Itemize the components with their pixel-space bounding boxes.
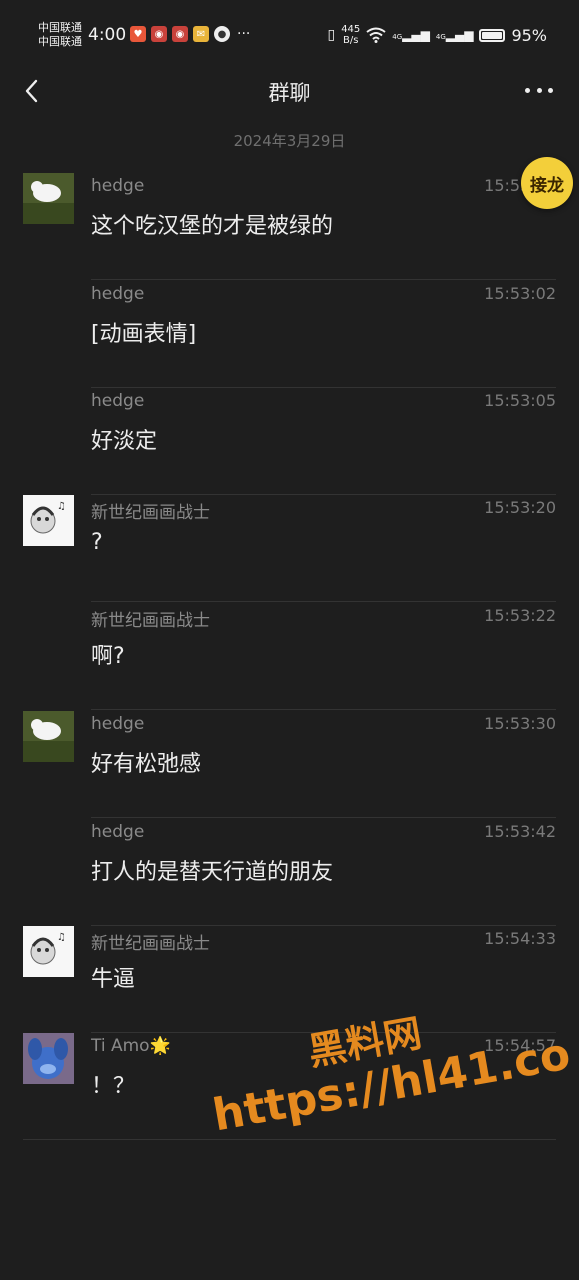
date-divider: 2024年3月29日: [233, 132, 346, 150]
nav-bar: 群聊: [0, 70, 579, 110]
chat-message[interactable]: hedge 15:53:30 好有松弛感: [0, 711, 579, 818]
message-text[interactable]: 牛逼: [91, 961, 135, 993]
message-time: 15:53:42: [484, 822, 556, 841]
battery-percent: 95%: [511, 25, 547, 45]
sender-name: hedge: [91, 284, 145, 304]
app-notification-icon: ✉: [193, 26, 209, 42]
notification-icons: ♥ ◉ ◉ ✉ ● ···: [130, 26, 250, 42]
message-text[interactable]: 这个吃汉堡的才是被绿的: [91, 208, 333, 240]
avatar[interactable]: ♫: [23, 495, 74, 546]
message-time: 15:54:33: [484, 929, 556, 948]
divider: [91, 709, 556, 710]
chat-message[interactable]: ♫ 新世纪画画战士 15:54:33 牛逼: [0, 926, 579, 1033]
message-text[interactable]: 好淡定: [91, 423, 157, 455]
net-speed-value: 445: [341, 24, 361, 35]
chat-message[interactable]: hedge 15:53:42 打人的是替天行道的朋友: [0, 819, 579, 926]
message-time: 15:53:02: [484, 284, 556, 303]
more-options-icon[interactable]: [525, 78, 553, 102]
app-notification-icon: ◉: [172, 26, 188, 42]
carrier-labels: 中国联通 中国联通: [38, 21, 82, 49]
signal-icon-2: 4G▂▄▆: [435, 28, 474, 42]
divider: [23, 1139, 556, 1140]
battery-icon: [479, 28, 506, 42]
carrier-1: 中国联通: [38, 21, 82, 34]
app-notification-icon: ♥: [130, 26, 146, 42]
message-text[interactable]: 好有松弛感: [91, 746, 201, 778]
chat-message[interactable]: ♫ 新世纪画画战士 15:53:20 ?: [0, 495, 579, 602]
status-time: 4:00: [88, 25, 127, 45]
chat-message[interactable]: hedge 15:53:02 [动画表情]: [0, 281, 579, 388]
chat-message[interactable]: hedge 15:53:05 好淡定: [0, 388, 579, 495]
chat-bubble-icon: ●: [214, 26, 230, 42]
divider: [91, 279, 556, 280]
net-speed: 445 B/s: [341, 24, 360, 46]
message-time: 15:53:05: [484, 391, 556, 410]
message-time: 15:53:22: [484, 606, 556, 625]
sender-name: hedge: [91, 176, 145, 196]
signal-icon: 4G▂▄▆: [392, 28, 430, 42]
chat-message[interactable]: hedge 15:53:00 这个吃汉堡的才是被绿的: [0, 173, 579, 280]
avatar[interactable]: [23, 173, 74, 224]
app-notification-icon: ◉: [151, 26, 167, 42]
chat-message[interactable]: 新世纪画画战士 15:53:22 啊?: [0, 603, 579, 710]
sender-name: hedge: [91, 822, 145, 842]
sender-name: hedge: [91, 391, 145, 411]
message-text[interactable]: [动画表情]: [91, 316, 196, 348]
message-text[interactable]: 啊?: [91, 638, 125, 670]
sender-name: 新世纪画画战士: [91, 611, 210, 631]
wifi-icon: [366, 27, 386, 43]
sender-name: 新世纪画画战士: [91, 934, 210, 954]
status-right: ▯ 445 B/s 4G▂▄▆ 4G▂▄▆ 95%: [327, 24, 547, 46]
avatar[interactable]: [23, 711, 74, 762]
message-text[interactable]: ?: [91, 530, 103, 555]
message-time: 15:53:30: [484, 714, 556, 733]
status-bar: 中国联通 中国联通 4:00 ♥ ◉ ◉ ✉ ● ··· ▯ 445 B/s 4…: [0, 0, 579, 70]
sender-name: Ti Amo🌟: [91, 1036, 171, 1056]
sender-name: hedge: [91, 714, 145, 734]
avatar[interactable]: [23, 1033, 74, 1084]
divider: [91, 601, 556, 602]
divider: [91, 817, 556, 818]
net-speed-unit: B/s: [343, 35, 359, 46]
more-notifications-icon: ···: [237, 26, 251, 42]
page-title: 群聊: [268, 81, 311, 105]
vibrate-icon: ▯: [327, 27, 336, 43]
svg-text:♫: ♫: [57, 501, 66, 512]
relay-button[interactable]: 接龙: [521, 157, 573, 209]
message-text[interactable]: 打人的是替天行道的朋友: [91, 854, 333, 886]
message-time: 15:53:20: [484, 498, 556, 517]
message-text[interactable]: ！？: [91, 1068, 135, 1100]
sender-name: 新世纪画画战士: [91, 503, 210, 523]
avatar[interactable]: ♫: [23, 926, 74, 977]
carrier-2: 中国联通: [38, 35, 82, 48]
svg-text:♫: ♫: [57, 932, 66, 943]
